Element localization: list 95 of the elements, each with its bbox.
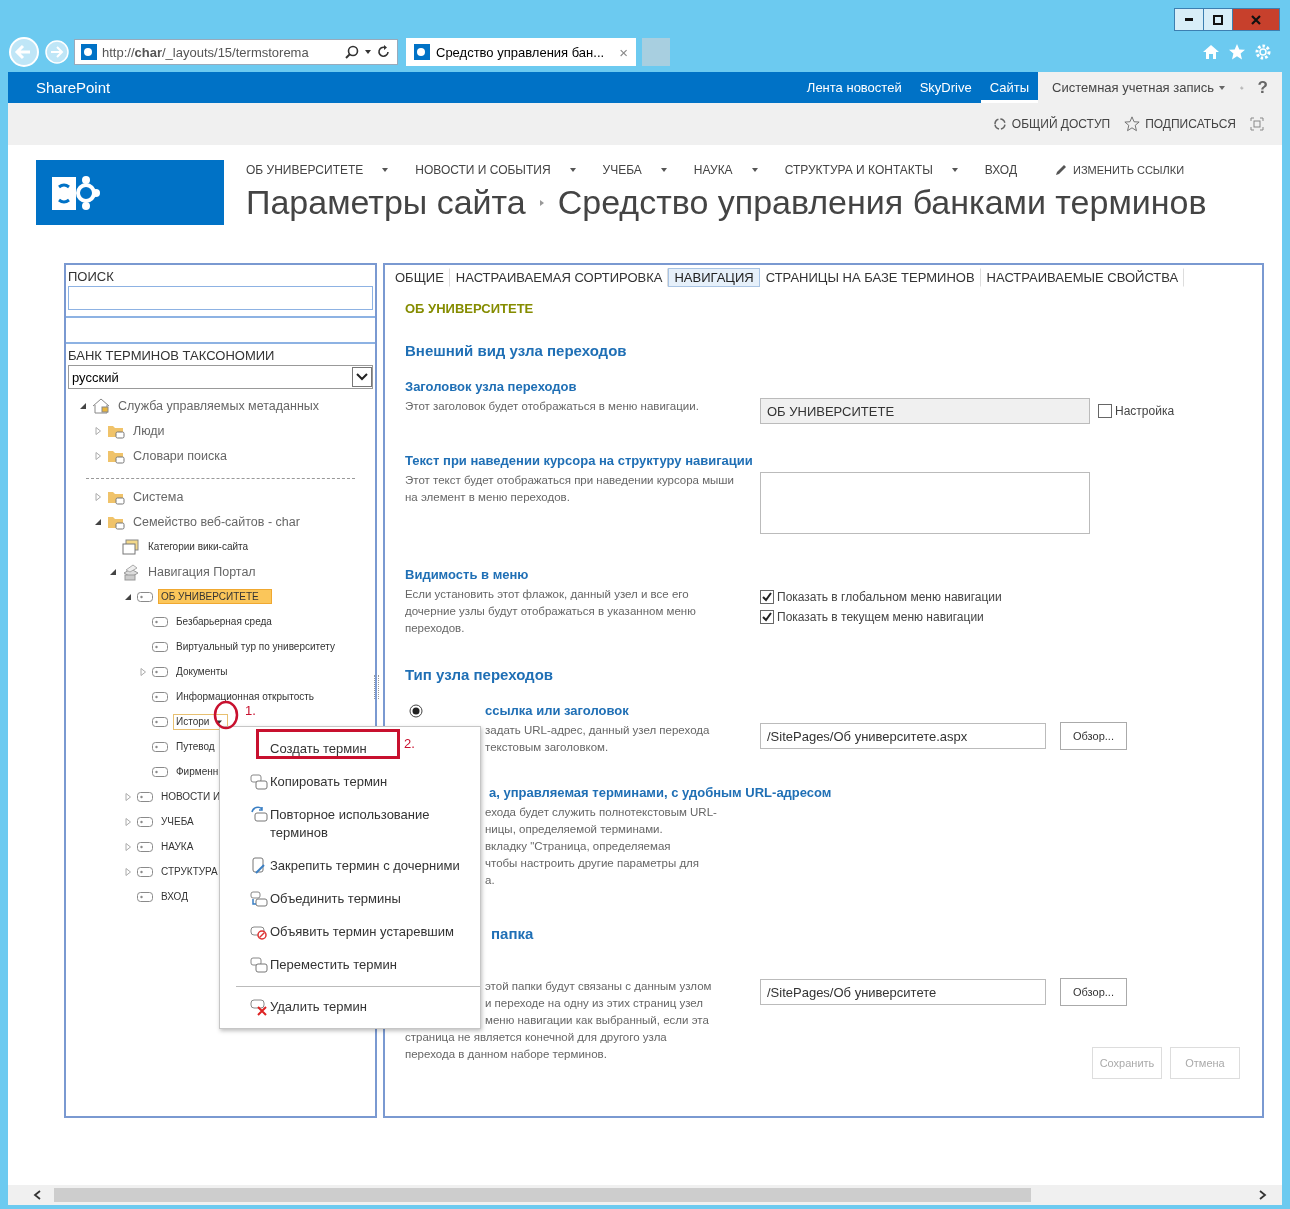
tree-item[interactable]: ВХОД <box>158 889 191 904</box>
menu-checkbox[interactable]: Показать в глобальном меню навигации <box>760 590 1262 604</box>
action-link[interactable]: ПОДПИСАТЬСЯ <box>1124 116 1236 132</box>
menu-checkbox[interactable]: Показать в текущем меню навигации <box>760 610 1262 624</box>
brand-name[interactable]: SharePoint <box>8 79 111 96</box>
tree-item[interactable]: УЧЕБА <box>158 814 197 829</box>
tree-item[interactable]: Виртуальный тур по университету <box>173 639 338 654</box>
tree-item[interactable]: Истори <box>173 713 229 730</box>
nav-link[interactable]: ОБ УНИВЕРСИТЕТЕ <box>246 163 364 177</box>
field-description: вкладку "Страница, определяемая <box>485 839 671 854</box>
step-number: 1. <box>245 703 256 718</box>
url-field[interactable]: /SitePages/Об университете <box>760 979 1046 1005</box>
tree-item[interactable]: Информационная открытость <box>173 689 318 704</box>
field-description: и переходе на одну из этих страниц узел <box>485 996 704 1011</box>
tree-item[interactable]: Категории вики-сайта <box>145 539 252 554</box>
browse-button[interactable]: Обзор... <box>1060 722 1127 750</box>
menu-item[interactable]: Создать термин <box>220 733 377 766</box>
help-button[interactable]: ? <box>1257 77 1268 98</box>
nav-link[interactable]: СТРУКТУРА И КОНТАКТЫ <box>784 163 933 177</box>
tree-item[interactable]: СТРУКТУРА <box>158 864 221 879</box>
menu-item-label: Переместить термин <box>270 956 397 974</box>
field-description: задать URL-адрес, данный узел перехода <box>485 723 710 738</box>
section-heading: папка <box>491 925 534 942</box>
browser-tab[interactable]: Средство управления бан... × <box>406 38 636 66</box>
tab[interactable]: ОБЩИЕ <box>389 268 450 287</box>
tree-item[interactable]: НАУКА <box>158 839 197 854</box>
field-description: ехода будет служить полнотекстовым URL- <box>485 805 717 820</box>
field-description: Этот текст будет отображаться при наведении курсора мыши на элемент в меню переходов. <box>405 473 735 505</box>
section-heading: Тип узла переходов <box>405 666 554 683</box>
field-description: этой папки будут связаны с данным узлом <box>485 979 712 994</box>
search-label: ПОИСК <box>67 268 115 286</box>
tab[interactable]: СТРАНИЦЫ НА БАЗЕ ТЕРМИНОВ <box>759 268 981 287</box>
field-description: чтобы настроить другие параметры для <box>485 856 700 871</box>
tree-item[interactable]: Документы <box>173 664 231 679</box>
tree-item[interactable]: Словари поиска <box>130 446 230 465</box>
menu-item-label: Объявить термин устаревшим <box>270 923 454 941</box>
menu-item[interactable]: Объединить термины <box>220 883 411 916</box>
menu-item-label: Повторное использование терминов <box>270 806 431 842</box>
suite-link[interactable]: SkyDrive <box>910 72 981 103</box>
edit-links-link[interactable]: ИЗМЕНИТЬ ССЫЛКИ <box>1055 164 1185 176</box>
field-description: ницы, определяемой терминами. <box>485 822 663 837</box>
menu-item-label: Создать термин <box>270 740 367 758</box>
tab-title: Средство управления бан... <box>436 44 606 60</box>
field-description: перехода в данном наборе терминов. <box>405 1047 607 1062</box>
field-description: Этот заголовок будет отображаться в меню навигации. <box>405 399 699 414</box>
tree-item[interactable]: Безбарьерная среда <box>173 614 275 629</box>
tree-item[interactable]: Фирменн <box>173 764 222 779</box>
nav-link[interactable]: УЧЕБА <box>602 163 642 177</box>
field-description: а. <box>485 873 495 888</box>
field-title: а, управляемая терминами, с удобным URL-адресом <box>489 785 832 800</box>
tree-item[interactable]: Путевод <box>173 739 218 754</box>
menu-item[interactable]: Закрепить термин с дочерними <box>220 850 470 883</box>
menu-item-label: Копировать термин <box>270 773 388 791</box>
suite-link[interactable]: Сайты <box>980 72 1038 103</box>
url-field[interactable]: /SitePages/Об университете.aspx <box>760 723 1046 749</box>
nav-link[interactable]: НАУКА <box>693 163 733 177</box>
field-description: меню навигации как выбранный, если эта <box>485 1013 709 1028</box>
menu-item[interactable]: Копировать термин <box>220 766 398 799</box>
tab[interactable]: НАВИГАЦИЯ <box>668 268 760 287</box>
term-store-label: БАНК ТЕРМИНОВ ТАКСОНОМИИ <box>67 347 276 365</box>
language-select[interactable]: русский <box>68 365 373 389</box>
field-title: Видимость в меню <box>405 567 529 582</box>
field-description: текстовым заголовком. <box>485 740 609 755</box>
menu-item[interactable]: Повторное использование терминов <box>220 799 480 850</box>
menu-item[interactable]: Переместить термин <box>220 949 407 982</box>
menu-item-label: Объединить термины <box>270 890 401 908</box>
tree-item[interactable]: Служба управляемых метаданных <box>115 396 323 415</box>
browse-button[interactable]: Обзор... <box>1060 978 1127 1006</box>
menu-item-label: Удалить термин <box>270 998 367 1016</box>
field-description: страница не является конечной для другого узла <box>405 1030 667 1045</box>
field-title: Текст при наведении курсора на структуру навигации <box>405 453 753 468</box>
field-description: Если установить этот флажок, данный узел и все его дочерние узлы будут отображаться в указанном меню переходов. <box>405 587 697 636</box>
menu-item[interactable]: Удалить термин <box>220 991 377 1024</box>
action-link[interactable]: ОБЩИЙ ДОСТУП <box>992 117 1111 131</box>
tree-item[interactable]: Система <box>130 487 187 506</box>
field-title: Заголовок узла переходов <box>405 379 577 394</box>
tree-item[interactable]: Навигация Портал <box>145 562 259 581</box>
term-name: ОБ УНИВЕРСИТЕТЕ <box>405 301 535 316</box>
menu-item[interactable]: Объявить термин устаревшим <box>220 916 464 949</box>
tree-item[interactable]: ОБ УНИВЕРСИТЕТЕ <box>158 589 272 604</box>
section-heading: Внешний вид узла переходов <box>405 342 627 359</box>
page-title[interactable]: Параметры сайта <box>246 183 526 222</box>
user-menu[interactable]: Системная учетная запись <box>1052 80 1227 95</box>
nav-link[interactable]: ВХОД <box>984 163 1018 177</box>
nav-link[interactable]: НОВОСТИ И СОБЫТИЯ <box>415 163 551 177</box>
menu-item-label: Закрепить термин с дочерними <box>270 857 460 875</box>
tree-item[interactable]: Люди <box>130 421 168 440</box>
address-bar[interactable]: http://char/_layouts/15/termstorema <box>74 39 398 65</box>
tab[interactable]: НАСТРАИВАЕМЫЕ СВОЙСТВА <box>980 268 1185 287</box>
tree-item[interactable]: Семейство веб-сайтов - char <box>130 512 303 531</box>
field-title: ссылка или заголовок <box>485 703 629 718</box>
suite-link[interactable]: Лента новостей <box>797 72 911 103</box>
step-number: 2. <box>404 736 415 751</box>
page-title: Средство управления банками терминов <box>557 183 1207 222</box>
tab-close-button[interactable]: × <box>619 43 628 61</box>
